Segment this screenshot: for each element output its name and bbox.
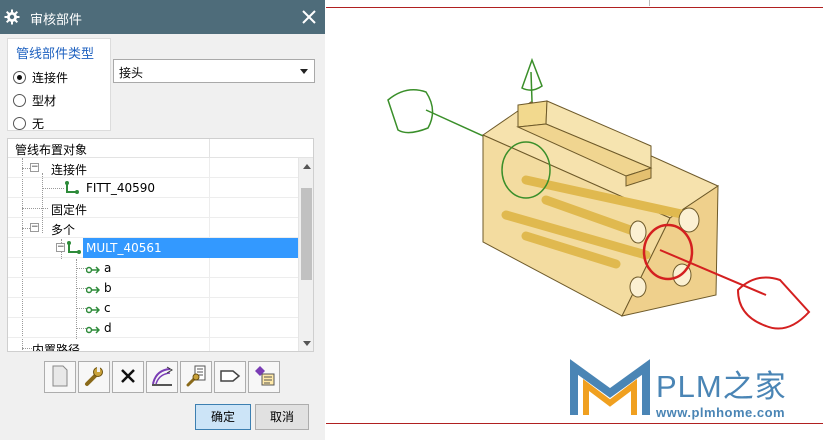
scroll-thumb[interactable] — [301, 188, 312, 280]
list-properties-icon — [253, 365, 275, 390]
fitting-part-icon — [64, 180, 80, 199]
tree-connector — [76, 328, 86, 329]
radio-button[interactable] — [13, 93, 26, 107]
radio-button[interactable] — [13, 70, 26, 84]
multi-port-icon — [66, 240, 82, 259]
dropdown-value: 接头 — [119, 66, 144, 80]
collapse-toggle[interactable]: − — [30, 223, 39, 232]
plm-home-watermark: PLM之家 www.plmhome.com — [570, 355, 820, 425]
tree-node-label: MULT_40561 — [86, 241, 162, 255]
edit-properties-icon — [185, 365, 207, 390]
radio-label: 型材 — [32, 93, 57, 108]
cancel-button[interactable]: 取消 — [255, 404, 309, 430]
port-icon — [85, 262, 101, 277]
tree-node-label: 内置路径 — [32, 343, 81, 352]
tree-node-label: d — [104, 321, 112, 335]
tree-connector — [76, 288, 86, 289]
radio-fitting[interactable]: 连接件 — [13, 68, 68, 86]
tree-connector — [22, 208, 48, 209]
ok-button[interactable]: 确定 — [195, 404, 251, 430]
new-button[interactable] — [44, 361, 76, 393]
tree-node-label: 固定件 — [51, 203, 88, 217]
tree-row[interactable]: d — [8, 318, 298, 338]
attribute-list-button[interactable] — [248, 361, 280, 393]
tree-node-label: b — [104, 281, 112, 295]
tree-row[interactable]: a — [8, 258, 298, 278]
blank-page-icon — [51, 365, 69, 390]
radio-stock[interactable]: 型材 — [13, 91, 56, 109]
delete-x-icon — [119, 367, 137, 388]
dialog-body: 管线部件类型 连接件 型材 无 接头 管线布置对象 − 连接件 FITT_405… — [0, 34, 325, 440]
dialog-titlebar: 审核部件 — [0, 0, 325, 34]
tree-row[interactable]: − 多个 — [8, 218, 298, 238]
chevron-down-icon[interactable] — [300, 69, 308, 74]
tree-connector — [76, 268, 86, 269]
plm-logo-icon — [570, 357, 650, 424]
top-rail-end — [517, 100, 548, 128]
route-path-icon — [150, 365, 174, 390]
delete-button[interactable] — [112, 361, 144, 393]
wrench-icon — [83, 365, 105, 390]
red-port-cone — [736, 276, 811, 330]
routing-objects-tree[interactable]: 管线布置对象 − 连接件 FITT_40590 固定件 − 多个 − MULT_… — [7, 138, 314, 352]
gear-icon — [4, 9, 20, 25]
tree-node-label: FITT_40590 — [86, 181, 156, 195]
scroll-up-icon[interactable] — [303, 164, 311, 169]
radio-label: 连接件 — [32, 70, 69, 85]
tree-column-header: 管线布置对象 — [8, 139, 210, 158]
route-button[interactable] — [146, 361, 178, 393]
close-icon[interactable] — [301, 9, 317, 25]
tag-button[interactable] — [214, 361, 246, 393]
edit-part-button[interactable] — [78, 361, 110, 393]
tree-connector — [22, 348, 32, 349]
dialog-title: 审核部件 — [30, 13, 83, 28]
tree-row[interactable]: − MULT_40561 — [8, 238, 298, 258]
watermark-brand: PLM之家 — [656, 369, 787, 404]
tree-header: 管线布置对象 — [8, 139, 313, 158]
tree-row[interactable]: 固定件 — [8, 198, 298, 218]
tree-node-label: a — [104, 261, 112, 275]
tree-connector — [76, 308, 86, 309]
tree-node-label: 多个 — [51, 223, 76, 237]
port-icon — [85, 322, 101, 337]
tree-row[interactable]: FITT_40590 — [8, 178, 298, 198]
part-type-legend: 管线部件类型 — [16, 47, 95, 62]
collapse-toggle[interactable]: − — [30, 163, 39, 172]
tree-row[interactable]: b — [8, 278, 298, 298]
tree-node-label: c — [104, 301, 111, 315]
scroll-down-icon[interactable] — [303, 341, 311, 346]
green-port-cone-left — [387, 89, 434, 134]
tree-node-label: 连接件 — [51, 163, 88, 177]
review-parts-dialog: 审核部件 管线部件类型 连接件 型材 无 接头 管线布置对象 − 连接件 FIT… — [0, 0, 325, 440]
tree-row[interactable]: 内置路径 — [8, 338, 298, 352]
tree-row[interactable]: − 连接件 — [8, 158, 298, 178]
tree-connector — [42, 188, 64, 189]
collapse-toggle[interactable]: − — [56, 243, 65, 252]
radio-none[interactable]: 无 — [13, 114, 44, 132]
watermark-url: www.plmhome.com — [656, 405, 786, 420]
properties-button[interactable] — [180, 361, 212, 393]
port-icon — [85, 302, 101, 317]
tag-icon — [219, 368, 241, 387]
tree-toolbar — [44, 361, 282, 393]
radio-button[interactable] — [13, 116, 26, 130]
tree-row[interactable]: c — [8, 298, 298, 318]
radio-label: 无 — [32, 116, 45, 131]
part-type-group: 管线部件类型 连接件 型材 无 — [7, 38, 111, 131]
fitting-type-dropdown[interactable]: 接头 — [113, 59, 315, 83]
tree-scrollbar[interactable] — [298, 158, 313, 351]
port-icon — [85, 282, 101, 297]
